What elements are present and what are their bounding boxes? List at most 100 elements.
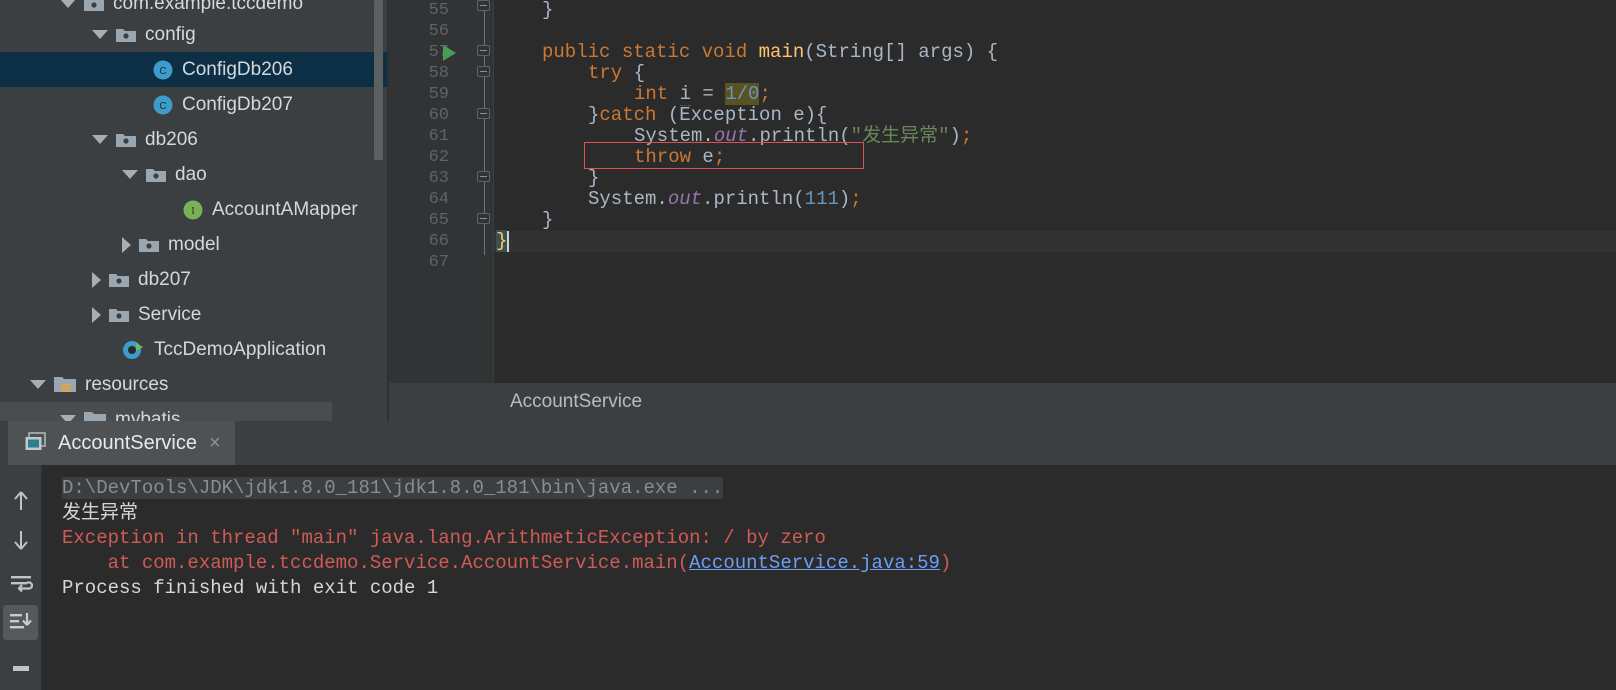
project-tree-panel[interactable]: com.example.tccdemo config C ConfigDb206…	[0, 0, 389, 421]
tree-item-label: ConfigDb207	[182, 94, 293, 115]
chevron-down-icon[interactable]	[30, 380, 46, 389]
run-tab-accountservice[interactable]: AccountService ×	[8, 421, 235, 465]
console-stacktrace-suffix: )	[939, 552, 952, 574]
svg-text:C: C	[159, 101, 166, 112]
chevron-right-icon[interactable]	[122, 236, 131, 253]
code-line-58[interactable]: try {	[588, 63, 645, 84]
tree-item-configdb206[interactable]: C ConfigDb206	[0, 52, 389, 87]
console-output[interactable]: D:\DevTools\JDK\jdk1.8.0_181\jdk1.8.0_18…	[42, 465, 1616, 690]
tree-item-label: Service	[138, 304, 202, 325]
code-line-64[interactable]: System.out.println(111);	[588, 189, 862, 210]
fold-marker-icon[interactable]	[477, 45, 490, 56]
console-line: 发生异常	[62, 502, 139, 524]
soft-wrap-icon[interactable]	[3, 566, 38, 601]
package-icon	[139, 238, 159, 252]
code-line-66[interactable]: }	[496, 230, 508, 252]
run-tool-window[interactable]: AccountService × D:\DevTools\JDK\jdk1.8.…	[0, 421, 1616, 690]
tree-item-label: ConfigDb206	[182, 59, 293, 80]
code-line-63[interactable]: }	[588, 168, 599, 189]
code-line-59[interactable]: int i = 1/0;	[634, 83, 771, 106]
console-line: Process finished with exit code 1	[62, 577, 439, 599]
tree-item-label: model	[168, 234, 220, 255]
code-line-57[interactable]: public static void main(String[] args) {	[542, 42, 998, 63]
console-command-line: D:\DevTools\JDK\jdk1.8.0_181\jdk1.8.0_18…	[62, 477, 724, 499]
code-text-area[interactable]: } public static void main(String[] args)…	[494, 0, 1616, 383]
run-method-icon[interactable]	[443, 45, 456, 61]
up-icon[interactable]	[3, 483, 38, 518]
svg-text:C: C	[159, 66, 166, 77]
run-tab-label: AccountService	[58, 431, 197, 454]
tree-item-label: config	[145, 24, 196, 45]
interface-icon: I	[183, 200, 203, 219]
tree-item-resources[interactable]: resources	[0, 367, 389, 402]
run-configuration-icon	[25, 432, 46, 450]
tree-item-accountamapper[interactable]: I AccountAMapper	[0, 192, 389, 227]
fold-marker-icon[interactable]	[477, 171, 490, 182]
code-line-55[interactable]: }	[542, 0, 553, 21]
print-icon[interactable]	[3, 651, 38, 686]
spring-class-icon	[123, 340, 143, 359]
code-line-60[interactable]: }catch (Exception e){	[588, 105, 827, 126]
svg-text:I: I	[191, 206, 194, 217]
code-editor[interactable]: 55 56 57 58 59 60 61 62 63 64 65 66 67 }…	[389, 0, 1616, 383]
tree-item-mybatis[interactable]: mybatis	[0, 402, 332, 421]
chevron-down-icon[interactable]	[60, 0, 76, 8]
line-number: 56	[428, 22, 449, 41]
console-side-toolbar[interactable]	[0, 465, 41, 690]
tree-item-tccdemoapplication[interactable]: TccDemoApplication	[0, 332, 389, 367]
tree-item-label: TccDemoApplication	[154, 339, 327, 360]
fold-marker-icon[interactable]	[477, 213, 490, 224]
breadcrumb-class[interactable]: AccountService	[389, 391, 642, 413]
tree-item-db206[interactable]: db206	[0, 122, 389, 157]
tree-item-label: dao	[175, 164, 207, 185]
run-tab-strip[interactable]: AccountService ×	[0, 421, 1616, 465]
close-icon[interactable]: ×	[209, 433, 221, 453]
line-number: 62	[428, 148, 449, 167]
code-line-61[interactable]: System.out.println("发生异常");	[634, 126, 972, 147]
package-icon	[84, 0, 104, 11]
tree-item-dao[interactable]: dao	[0, 157, 389, 192]
code-line-62[interactable]: throw e;	[634, 147, 725, 168]
idea-window: com.example.tccdemo config C ConfigDb206…	[0, 0, 1616, 690]
tree-item-db207[interactable]: db207	[0, 262, 389, 297]
project-tree-scrollbar[interactable]	[374, 0, 383, 160]
tree-item-label: db206	[145, 129, 198, 150]
chevron-down-icon[interactable]	[122, 170, 138, 179]
down-icon[interactable]	[3, 522, 38, 557]
breadcrumb-bar[interactable]: AccountService	[389, 383, 1616, 421]
line-number: 67	[428, 253, 449, 272]
line-number: 64	[428, 190, 449, 209]
class-icon: C	[153, 60, 173, 79]
package-icon	[109, 273, 129, 287]
package-icon	[116, 28, 136, 42]
fold-marker-icon[interactable]	[477, 66, 490, 77]
tree-item-label: mybatis	[115, 409, 181, 421]
console-line: D:\DevTools\JDK\jdk1.8.0_181\jdk1.8.0_18…	[62, 476, 1616, 501]
fold-marker-icon[interactable]	[477, 108, 490, 119]
chevron-right-icon[interactable]	[92, 271, 101, 288]
tree-item-configdb207[interactable]: C ConfigDb207	[0, 87, 389, 122]
scroll-to-end-icon[interactable]	[3, 605, 38, 640]
line-number: 59	[428, 85, 449, 104]
resources-folder-icon	[54, 376, 76, 392]
chevron-right-icon[interactable]	[92, 306, 101, 323]
tree-item-label: resources	[85, 374, 169, 395]
package-icon	[109, 308, 129, 322]
fold-marker-icon[interactable]	[477, 0, 490, 11]
class-icon: C	[153, 95, 173, 114]
tree-item-config[interactable]: config	[0, 17, 389, 52]
chevron-down-icon[interactable]	[92, 30, 108, 39]
tree-item-label: db207	[138, 269, 191, 290]
text-caret	[507, 231, 509, 252]
tree-item-model[interactable]: model	[0, 227, 389, 262]
tree-item-service[interactable]: Service	[0, 297, 389, 332]
tree-item-label: com.example.tccdemo	[113, 0, 304, 14]
chevron-down-icon[interactable]	[92, 135, 108, 144]
console-line: Exception in thread "main" java.lang.Ari…	[62, 527, 826, 549]
package-icon	[116, 133, 136, 147]
console-line: at com.example.tccdemo.Service.AccountSe…	[62, 551, 1616, 576]
stacktrace-link[interactable]: AccountService.java:59	[689, 552, 940, 574]
code-line-65[interactable]: }	[542, 210, 553, 231]
line-number: 66	[428, 232, 449, 251]
caret-line-highlight	[494, 231, 1616, 252]
